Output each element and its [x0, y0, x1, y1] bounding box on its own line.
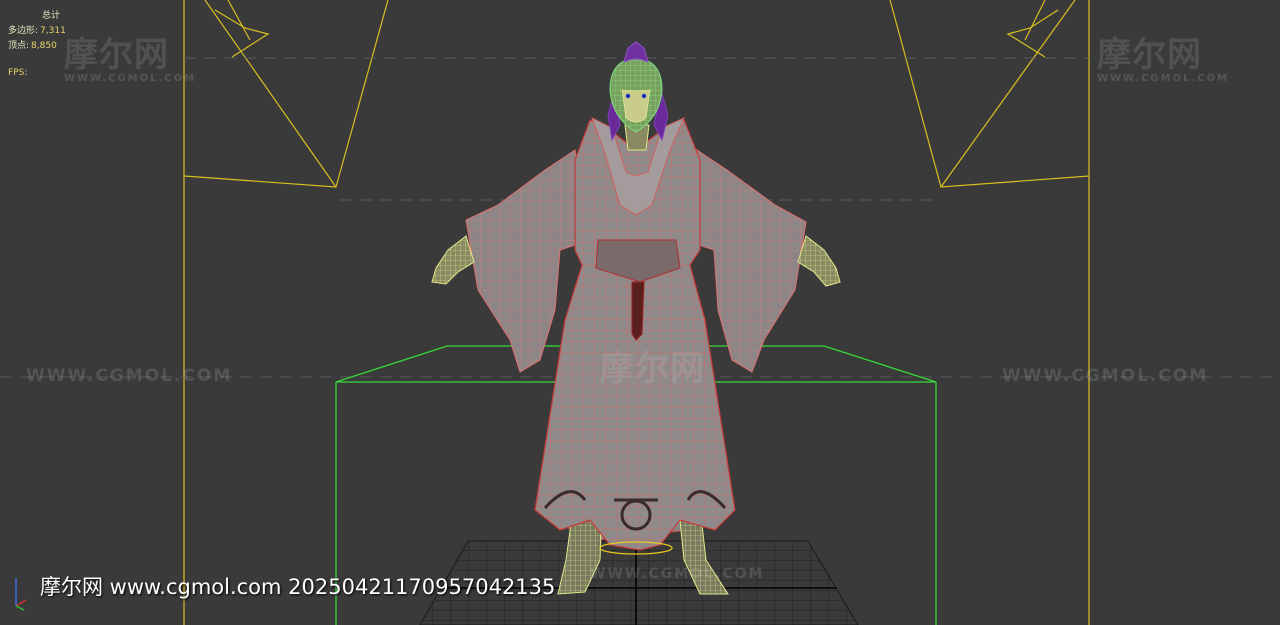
watermark-url-right: WWW.CGMOL.COM [1002, 366, 1209, 386]
vertex-count: 顶点: 8,850 [8, 39, 66, 54]
polygon-count: 多边形: 7,311 [8, 24, 66, 39]
vertex-label: 顶点: [8, 41, 30, 51]
watermark-logo-center: 摩尔网 [600, 349, 705, 389]
polygon-label: 多边形: [8, 26, 39, 36]
scene-canvas[interactable] [0, 0, 1280, 625]
image-caption: 摩尔网 www.cgmol.com 20250421170957042135 [40, 575, 556, 599]
watermark-logo-left: 摩尔网 [64, 35, 169, 75]
right-eye [641, 93, 647, 99]
axis-gizmo-icon [15, 578, 27, 611]
watermark-url-bottom: WWW.CGMOL.COM [590, 566, 765, 582]
polygon-value: 7,311 [40, 26, 66, 36]
stats-header: 总计 [42, 11, 61, 21]
viewport[interactable]: 总计 多边形: 7,311 顶点: 8,850 FPS: 摩尔网 WWW.CGMOL… [0, 0, 1280, 625]
watermark-url-left: WWW.CGMOL.COM [26, 366, 233, 386]
viewport-statistics: 总计 多边形: 7,311 顶点: 8,850 [8, 9, 66, 54]
fps-label: FPS: [8, 68, 28, 78]
left-eye [625, 93, 631, 99]
watermark-logo-sub-left: WWW.CGMOL.COM [64, 73, 197, 84]
left-hand-wire [432, 236, 474, 284]
hair-crown [623, 41, 649, 63]
watermark-logo-right: 摩尔网 [1097, 35, 1202, 75]
character-wireframe-model[interactable] [431, 41, 841, 595]
robe-sash [631, 281, 645, 341]
vertex-value: 8,850 [31, 41, 57, 51]
watermark-logo-sub-right: WWW.CGMOL.COM [1097, 73, 1230, 84]
